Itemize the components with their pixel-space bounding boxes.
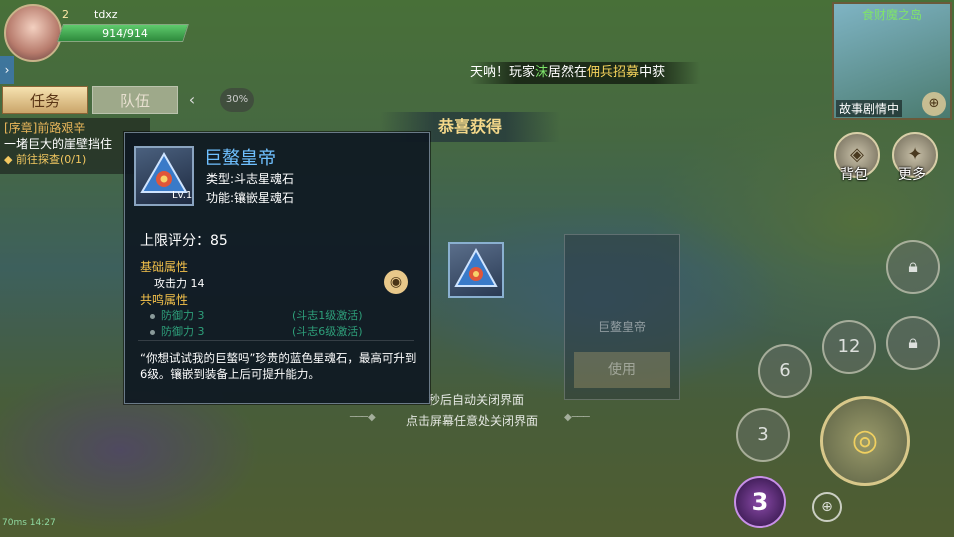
star-soul-stone-icon	[454, 247, 498, 287]
tooltip-score: 上限评分：85	[140, 230, 228, 250]
broadcast-banner: 天呐！玩家沫居然在佣兵招募中获	[470, 62, 700, 84]
player-level: 2	[62, 8, 69, 21]
bag-icon: ◈	[850, 144, 864, 165]
charge-skill-button[interactable]: 3	[734, 476, 786, 528]
status-bar: 70ms 14:27	[2, 518, 56, 528]
tooltip-description: “你想试试我的巨螯吗”珍贵的蓝色星魂石，最高可升到6级。镶嵌到装备上后可提升能力…	[140, 351, 417, 381]
skill-3-count: 3	[757, 424, 769, 445]
expand-arrow-icon[interactable]: ›	[0, 56, 14, 84]
percent-badge[interactable]: 30%	[220, 88, 254, 112]
zoom-icon[interactable]: ⊕	[922, 92, 946, 116]
tooltip-item-function: 功能:镶嵌星魂石	[206, 191, 295, 205]
tooltip-item-level: Lv.1	[172, 190, 193, 201]
target-icon[interactable]: ⊕	[812, 492, 842, 522]
broadcast-text-2: 居然在	[548, 65, 588, 80]
resonance-attr-1-value: 防御力 3	[161, 309, 205, 322]
tap-close-hint: 点击屏幕任意处关闭界面	[406, 414, 539, 428]
more-icon: ✦	[907, 144, 923, 165]
lock-icon: 🔒︎	[908, 256, 918, 277]
resonance-section: 共鸣属性	[140, 293, 189, 307]
player-avatar[interactable]	[4, 4, 62, 62]
tab-task[interactable]: 任务	[2, 86, 88, 114]
score-value: 85	[210, 233, 228, 249]
skill-slot-6[interactable]: 6	[758, 344, 812, 398]
hp-text: 914/914	[102, 27, 148, 40]
lock-icon: 🔒︎	[908, 332, 918, 353]
bullet-icon	[150, 329, 155, 335]
broadcast-place: 佣兵招募	[587, 65, 640, 80]
minimap-status: 故事剧情中	[836, 100, 903, 117]
tooltip-item-type: 类型:斗志星魂石	[206, 172, 295, 186]
resonance-attr-2-value: 防御力 3	[161, 325, 205, 338]
score-label: 上限评分：	[140, 233, 210, 249]
hint-deco-right: ◆───	[564, 412, 590, 423]
use-button[interactable]: 使用	[574, 352, 670, 388]
skill-12-count: 12	[837, 336, 861, 357]
skill-slot-locked[interactable]: 🔒︎	[886, 240, 940, 294]
attack-icon: ◎	[851, 423, 879, 458]
broadcast-player: 沫	[535, 65, 549, 80]
attack-button[interactable]: ◎	[820, 396, 910, 486]
base-attr-section: 基础属性	[140, 260, 189, 274]
hint-deco-left: ───◆	[350, 412, 376, 423]
skill-6-count: 6	[779, 360, 791, 381]
player-name: tdxz	[94, 8, 118, 21]
resonance-attr-1: 防御力 3	[150, 307, 205, 323]
tab-team[interactable]: 队伍	[92, 86, 178, 114]
minimap-title: 食财魔之岛	[861, 8, 922, 22]
skill-slot-12[interactable]: 12	[822, 320, 876, 374]
reward-item-icon[interactable]	[448, 242, 504, 298]
eye-icon[interactable]: ◉	[384, 270, 408, 294]
auto-close-hint: 秒后自动关闭界面	[428, 393, 525, 407]
resonance-req-2: (斗志6级激活)	[292, 325, 363, 338]
skill-slot-3[interactable]: 3	[736, 408, 790, 462]
ghost-card-name: 巨鳌皇帝	[597, 320, 646, 334]
tooltip-divider	[138, 340, 414, 341]
bullet-icon	[150, 313, 155, 319]
broadcast-text-1: 天呐！玩家	[470, 65, 536, 80]
chevron-left-icon[interactable]: ‹	[182, 86, 202, 114]
skill-slot-lock-2[interactable]: 🔒︎	[886, 316, 940, 370]
bag-label: 背包	[840, 167, 868, 183]
base-attr-value: 攻击力 14	[154, 277, 205, 290]
resonance-req-1: (斗志1级激活)	[292, 309, 363, 322]
resonance-attr-2: 防御力 3	[150, 323, 205, 339]
broadcast-text-3: 中获	[639, 65, 666, 80]
more-label: 更多	[898, 167, 926, 183]
tooltip-item-name: 巨螯皇帝	[204, 148, 276, 169]
